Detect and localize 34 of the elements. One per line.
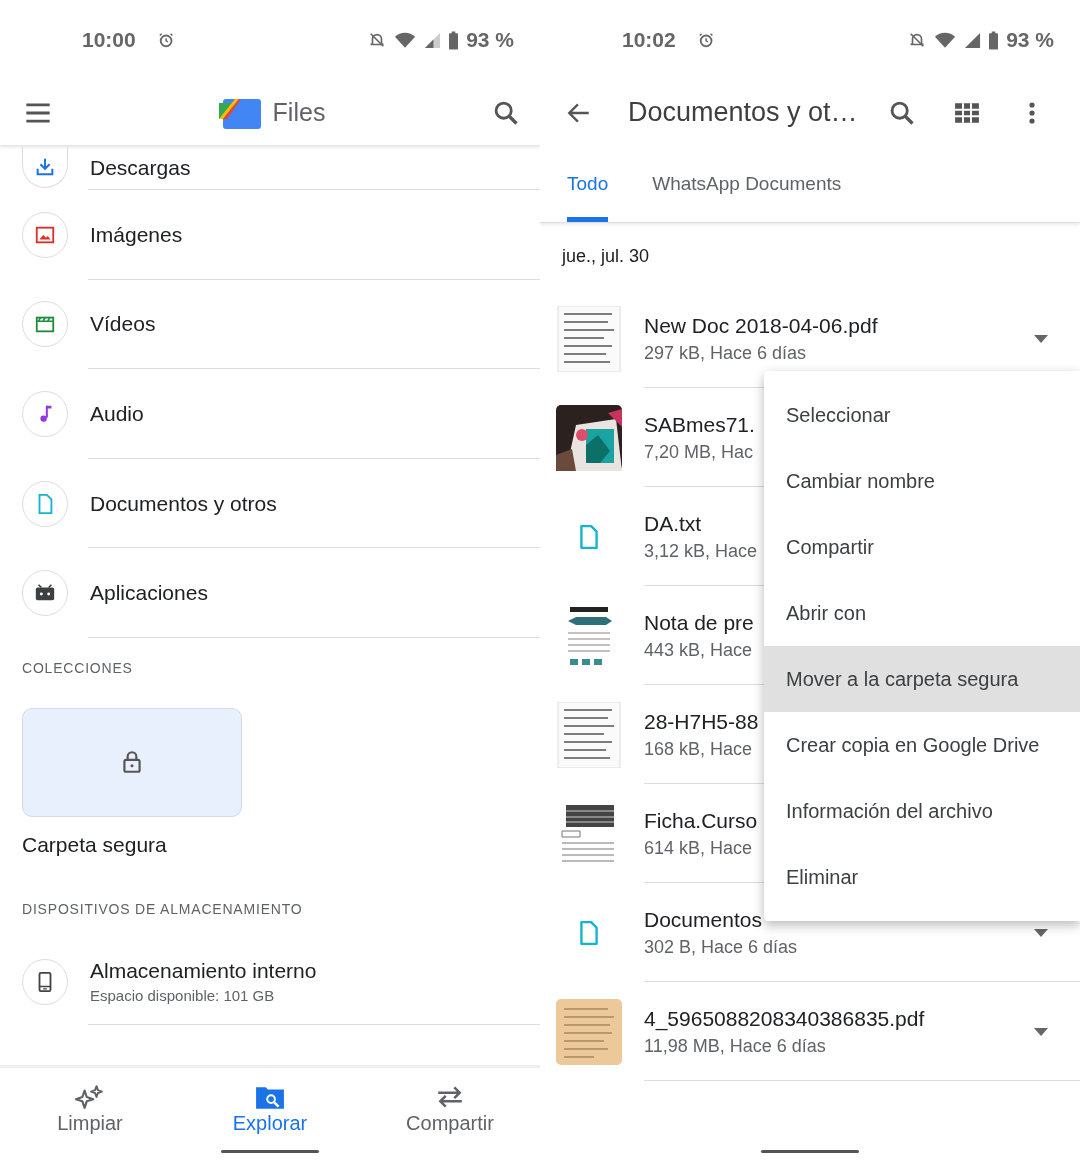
card-label: Carpeta segura — [21, 831, 168, 857]
file-name: New Doc 2018-04-06.pdf — [644, 313, 878, 338]
section-heading: COLECCIONES — [21, 658, 134, 676]
file-details: 7,20 MB, Hac — [644, 441, 754, 463]
category-label: Descargas — [90, 155, 191, 180]
file-details: 443 kB, Hace — [644, 639, 753, 661]
category-label: Aplicaciones — [90, 581, 208, 606]
storage-title: Almacenamiento interno — [90, 959, 317, 984]
file-details: 302 B, Hace 6 días — [644, 936, 798, 958]
battery-level: 93 % — [466, 28, 514, 52]
file-name: 4_5965088208340386835.pdf — [644, 1006, 925, 1031]
file-name: 28-H7H5-88 — [644, 709, 759, 734]
status-time: 10:00 — [82, 28, 136, 52]
file-name: Ficha.Curso — [644, 808, 758, 833]
battery-level: 93 % — [1006, 28, 1054, 52]
file-details: 614 kB, Hace — [644, 837, 753, 859]
category-label: Imágenes — [90, 222, 183, 247]
file-name: Nota de pre — [644, 610, 754, 635]
file-name: SABmes71. — [644, 412, 755, 437]
section-heading: DISPOSITIVOS DE ALMACENAMIENTO — [21, 899, 304, 917]
file-details: 168 kB, Hace — [644, 738, 753, 760]
file-name: Documentos — [644, 907, 762, 932]
category-label: Vídeos — [90, 312, 156, 337]
file-details: 11,98 MB, Hace 6 días — [644, 1035, 826, 1057]
file-details: 3,12 kB, Hace — [644, 540, 758, 562]
file-details: 297 kB, Hace 6 días — [644, 342, 807, 364]
app-title: Files — [272, 98, 326, 127]
category-label: Audio — [90, 402, 144, 426]
file-name: DA.txt — [644, 511, 702, 536]
status-time: 10:02 — [622, 28, 676, 52]
date-header: jue., jul. 30 — [560, 244, 651, 268]
category-label: Documentos y otros — [90, 491, 277, 516]
storage-subtitle: Espacio disponible: 101 GB — [90, 987, 276, 1005]
screen-title: Documentos y ot… — [628, 97, 858, 128]
